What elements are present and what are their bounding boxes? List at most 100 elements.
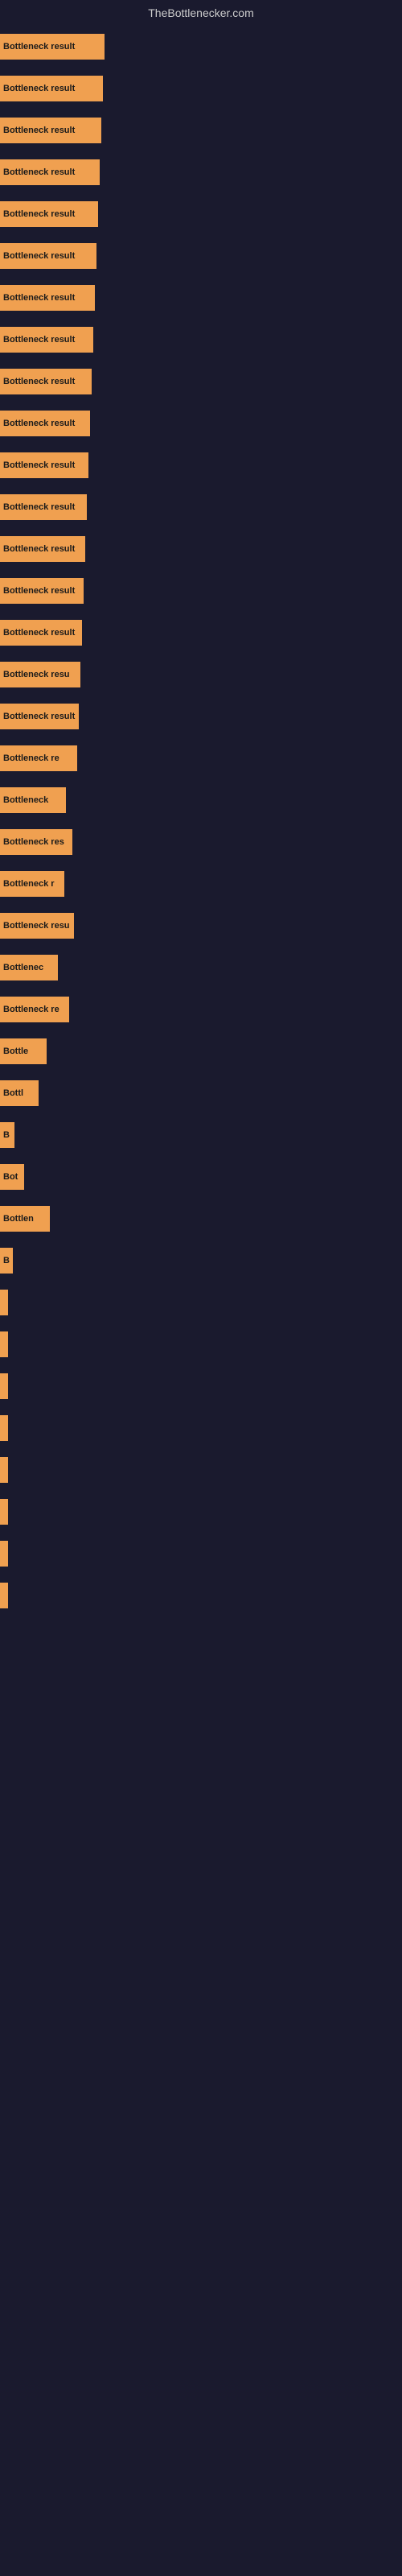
bar-label: Bottleneck re xyxy=(3,1005,59,1014)
bar-row: Bottleneck result xyxy=(0,235,402,277)
bar-row: Bottleneck result xyxy=(0,319,402,361)
bar-row: Bottlenec xyxy=(0,947,402,989)
bar-label: Bottleneck result xyxy=(3,460,75,470)
bar-row: Bottleneck result xyxy=(0,277,402,319)
bar-item: Bottleneck result xyxy=(0,285,95,311)
bar-row: Bot xyxy=(0,1156,402,1198)
bar-row xyxy=(0,1323,402,1365)
bar-label: Bottleneck re xyxy=(3,753,59,763)
bar-label: Bottleneck result xyxy=(3,628,75,638)
bar-row: Bottleneck r xyxy=(0,863,402,905)
bar-item: Bottleneck res xyxy=(0,829,72,855)
bar-row xyxy=(0,1575,402,1616)
bar-item xyxy=(0,1457,8,1483)
bar-item: Bottleneck result xyxy=(0,494,87,520)
bar-item xyxy=(0,1415,8,1441)
bar-item: Bottleneck result xyxy=(0,34,105,60)
bar-row: Bottleneck result xyxy=(0,151,402,193)
bar-row: Bottl xyxy=(0,1072,402,1114)
bar-label: Bottlen xyxy=(3,1214,34,1224)
bar-item: Bottleneck result xyxy=(0,411,90,436)
bar-item: Bottleneck r xyxy=(0,871,64,897)
bar-row: Bottleneck re xyxy=(0,989,402,1030)
bar-label: Bottleneck result xyxy=(3,293,75,303)
bar-row: Bottleneck result xyxy=(0,528,402,570)
bar-label: Bottleneck result xyxy=(3,209,75,219)
bar-label: Bottleneck resu xyxy=(3,670,70,679)
bar-label: Bottleneck result xyxy=(3,84,75,93)
bar-label: Bottleneck result xyxy=(3,335,75,345)
bar-label: Bottleneck r xyxy=(3,879,55,889)
bar-item: Bottleneck re xyxy=(0,997,69,1022)
bar-row: Bottleneck xyxy=(0,779,402,821)
bar-item: Bottleneck result xyxy=(0,327,93,353)
bar-label: Bottleneck result xyxy=(3,251,75,261)
bar-item: Bottleneck result xyxy=(0,201,98,227)
bar-row xyxy=(0,1449,402,1491)
bar-item: Bottleneck xyxy=(0,787,66,813)
bar-row: Bottleneck result xyxy=(0,402,402,444)
bar-item: B xyxy=(0,1248,13,1274)
bar-item: Bottleneck result xyxy=(0,369,92,394)
bar-label: B xyxy=(3,1130,10,1140)
bar-label: Bot xyxy=(3,1172,18,1182)
bar-row xyxy=(0,1365,402,1407)
bar-row: Bottleneck resu xyxy=(0,654,402,696)
bar-item xyxy=(0,1331,8,1357)
bar-row: Bottle xyxy=(0,1030,402,1072)
bar-item: Bottleneck result xyxy=(0,243,96,269)
bar-label: Bottleneck result xyxy=(3,167,75,177)
bar-row: Bottleneck result xyxy=(0,193,402,235)
bar-item: Bottleneck result xyxy=(0,536,85,562)
bar-item: Bottl xyxy=(0,1080,39,1106)
bar-row: B xyxy=(0,1240,402,1282)
bar-row: Bottlen xyxy=(0,1198,402,1240)
bars-container: Bottleneck result Bottleneck result Bottle… xyxy=(0,23,402,1620)
bar-row: Bottleneck result xyxy=(0,486,402,528)
bar-label: B xyxy=(3,1256,10,1265)
bar-label: Bottleneck result xyxy=(3,419,75,428)
bar-item xyxy=(0,1499,8,1525)
bar-item: Bot xyxy=(0,1164,24,1190)
bar-row: Bottleneck result xyxy=(0,68,402,109)
bar-row: Bottleneck result xyxy=(0,109,402,151)
bar-row xyxy=(0,1533,402,1575)
bar-item: Bottleneck result xyxy=(0,452,88,478)
bar-item xyxy=(0,1290,8,1315)
bar-label: Bottleneck resu xyxy=(3,921,70,931)
bar-row: Bottleneck res xyxy=(0,821,402,863)
bar-label: Bottleneck result xyxy=(3,126,75,135)
bar-row: Bottleneck result xyxy=(0,26,402,68)
bar-label: Bottle xyxy=(3,1046,28,1056)
bar-row xyxy=(0,1407,402,1449)
bar-label: Bottleneck result xyxy=(3,586,75,596)
bar-label: Bottleneck result xyxy=(3,544,75,554)
bar-item: Bottleneck result xyxy=(0,76,103,101)
bar-row: Bottleneck result xyxy=(0,444,402,486)
bar-row: Bottleneck resu xyxy=(0,905,402,947)
bar-item: Bottleneck result xyxy=(0,159,100,185)
bar-row: B xyxy=(0,1114,402,1156)
bar-label: Bottl xyxy=(3,1088,23,1098)
bar-label: Bottleneck result xyxy=(3,712,75,721)
bar-label: Bottleneck result xyxy=(3,502,75,512)
bar-item: Bottleneck result xyxy=(0,118,101,143)
bar-row xyxy=(0,1282,402,1323)
bar-item xyxy=(0,1373,8,1399)
bar-item xyxy=(0,1541,8,1567)
bar-label: Bottlenec xyxy=(3,963,43,972)
bar-label: Bottleneck xyxy=(3,795,48,805)
bar-item: Bottleneck resu xyxy=(0,913,74,939)
bar-row: Bottleneck result xyxy=(0,361,402,402)
bar-label: Bottleneck res xyxy=(3,837,64,847)
bar-item: Bottlenec xyxy=(0,955,58,980)
bar-label: Bottleneck result xyxy=(3,377,75,386)
bar-row xyxy=(0,1491,402,1533)
bar-item: Bottle xyxy=(0,1038,47,1064)
bar-item: Bottleneck re xyxy=(0,745,77,771)
bar-row: Bottleneck result xyxy=(0,696,402,737)
site-title: TheBottlenecker.com xyxy=(148,6,254,19)
bar-label: Bottleneck result xyxy=(3,42,75,52)
bar-row: Bottleneck re xyxy=(0,737,402,779)
bar-item: Bottleneck resu xyxy=(0,662,80,687)
